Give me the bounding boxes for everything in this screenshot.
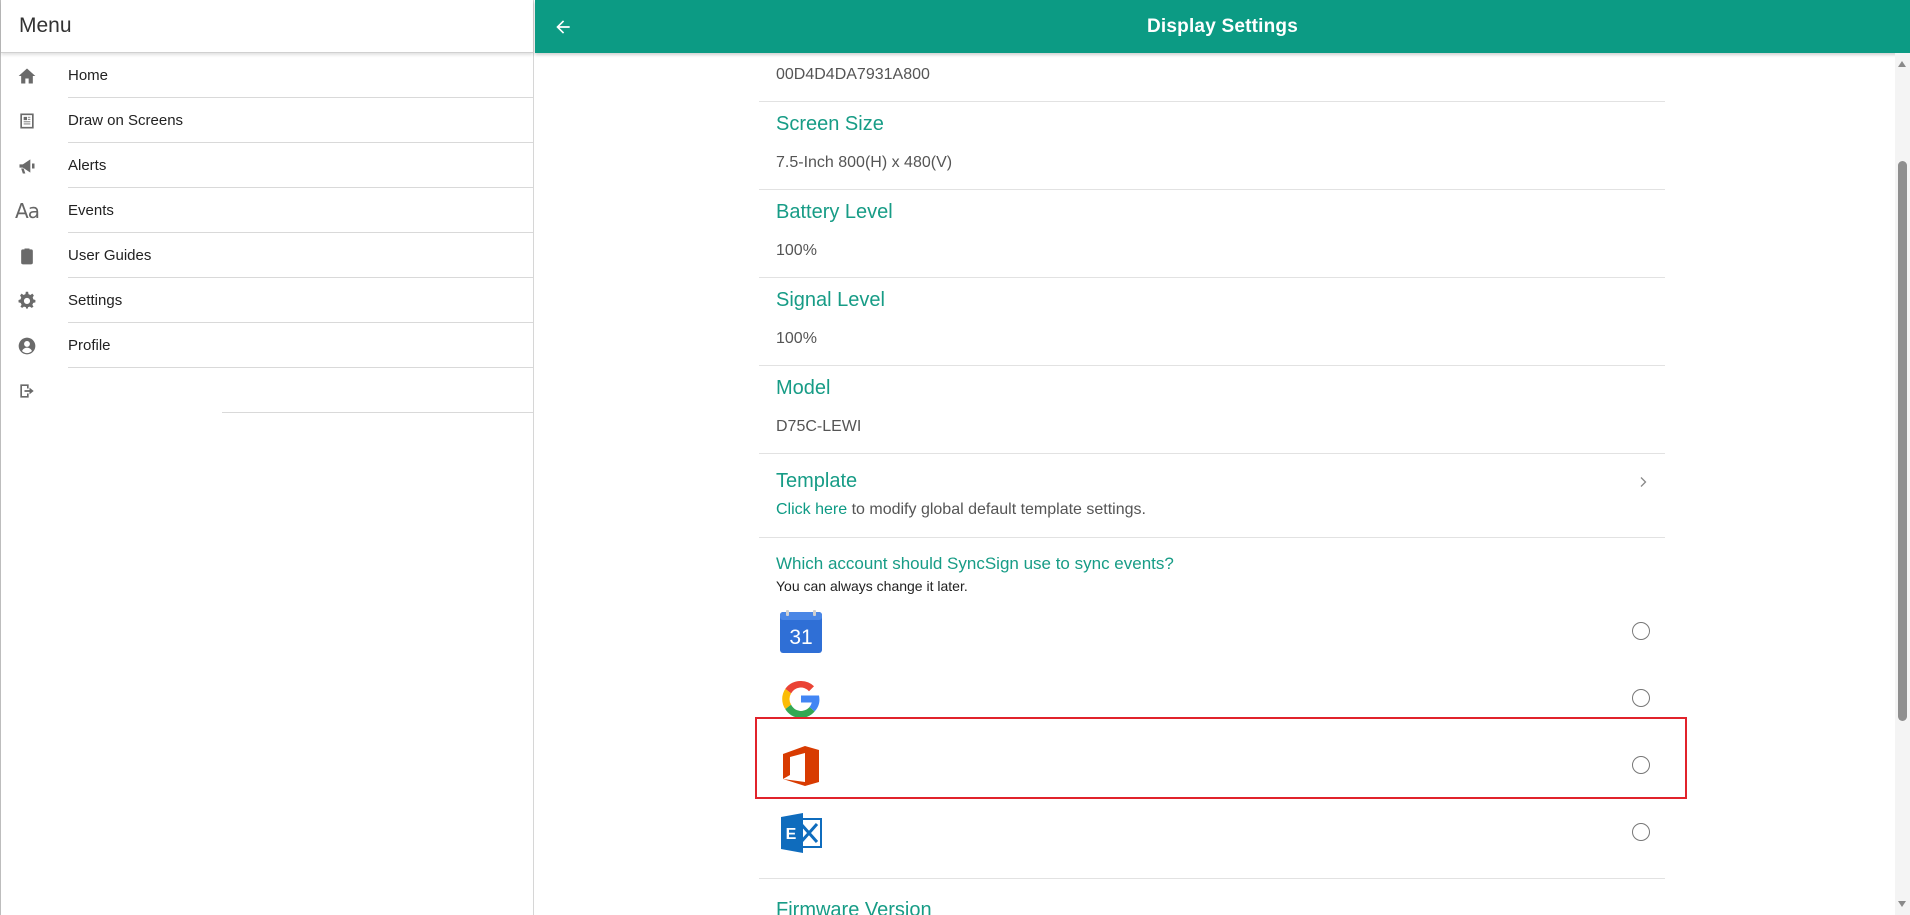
- template-description-text: to modify global default template settin…: [847, 501, 1146, 518]
- svg-text:E: E: [786, 826, 797, 843]
- sidebar-item-label: User Guides: [68, 247, 152, 264]
- sidebar-item-events[interactable]: Aa Events: [1, 188, 533, 233]
- battery-level-value: 100%: [776, 242, 817, 259]
- menu-list: Home Draw on Screens Alerts Aa Events Us…: [1, 53, 533, 413]
- battery-level-row: Battery Level 100%: [759, 190, 1665, 278]
- account-radio-calendar[interactable]: [1632, 622, 1650, 640]
- sidebar-item-label: Alerts: [68, 157, 107, 174]
- sync-account-section: Which account should SyncSign use to syn…: [759, 538, 1665, 878]
- signal-level-value: 100%: [776, 330, 817, 347]
- settings-list: 00D4D4DA7931A800 Screen Size 7.5-Inch 80…: [759, 53, 1665, 915]
- sync-hint: You can always change it later.: [776, 578, 968, 594]
- account-option-office-365[interactable]: [759, 734, 1665, 798]
- scroll-up-arrow-icon[interactable]: [1898, 61, 1906, 67]
- sidebar-item-label: Settings: [68, 292, 123, 309]
- clipboard-icon: [16, 245, 38, 267]
- page-title: Display Settings: [1146, 15, 1299, 37]
- battery-level-label: Battery Level: [776, 201, 893, 223]
- sidebar-item-profile[interactable]: Profile: [1, 323, 533, 368]
- svg-text:31: 31: [789, 626, 812, 649]
- google-g-icon: [782, 680, 820, 718]
- firmware-version-label: Firmware Version: [776, 899, 932, 915]
- sidebar-item-alerts[interactable]: Alerts: [1, 143, 533, 188]
- scroll-thumb[interactable]: [1898, 161, 1907, 721]
- sidebar-title: Menu: [1, 0, 533, 53]
- model-label: Model: [776, 377, 831, 399]
- user-circle-icon: [16, 335, 38, 357]
- scroll-down-arrow-icon[interactable]: [1898, 901, 1906, 907]
- sidebar: Menu Home Draw on Screens Alerts Aa Even…: [0, 0, 534, 915]
- sidebar-item-label: Events: [68, 202, 114, 219]
- sidebar-item-home[interactable]: Home: [1, 53, 533, 98]
- account-radio-office-365[interactable]: [1632, 756, 1650, 774]
- account-radio-google[interactable]: [1632, 689, 1650, 707]
- screen-size-label: Screen Size: [776, 113, 884, 135]
- chevron-right-icon[interactable]: [1637, 476, 1649, 488]
- model-row: Model D75C-LEWI: [759, 366, 1665, 454]
- screen-size-row: Screen Size 7.5-Inch 800(H) x 480(V): [759, 102, 1665, 190]
- megaphone-icon: [16, 155, 38, 177]
- top-app-bar: Display Settings: [535, 0, 1910, 53]
- template-label: Template: [776, 470, 858, 492]
- exchange-icon: E: [781, 813, 822, 853]
- device-id-row: 00D4D4DA7931A800: [759, 53, 1665, 102]
- sidebar-item-user-guides[interactable]: User Guides: [1, 233, 533, 278]
- template-click-here-link[interactable]: Click here: [776, 501, 847, 518]
- account-option-exchange[interactable]: E: [759, 801, 1665, 865]
- device-id-value: 00D4D4DA7931A800: [776, 66, 930, 83]
- signal-level-label: Signal Level: [776, 289, 885, 311]
- sidebar-item-draw-on-screens[interactable]: Draw on Screens: [1, 98, 533, 143]
- vertical-scrollbar[interactable]: [1895, 53, 1910, 915]
- sidebar-item-sign-out[interactable]: [1, 368, 533, 413]
- screen-size-value: 7.5-Inch 800(H) x 480(V): [776, 154, 953, 171]
- sidebar-item-settings[interactable]: Settings: [1, 278, 533, 323]
- settings-content: 00D4D4DA7931A800 Screen Size 7.5-Inch 80…: [535, 53, 1895, 915]
- newspaper-icon: [16, 110, 38, 132]
- template-description: Click here to modify global default temp…: [776, 501, 1146, 519]
- sidebar-item-label: Draw on Screens: [68, 112, 184, 129]
- account-radio-exchange[interactable]: [1632, 823, 1650, 841]
- signal-level-row: Signal Level 100%: [759, 278, 1665, 366]
- account-option-calendar[interactable]: 31: [759, 600, 1665, 664]
- gear-icon: [16, 290, 38, 312]
- firmware-version-row: Firmware Version: [759, 878, 1665, 915]
- sidebar-item-label: Profile: [68, 337, 111, 354]
- account-option-google[interactable]: [759, 667, 1665, 731]
- home-icon: [16, 65, 38, 87]
- template-row[interactable]: Template Click here to modify global def…: [759, 454, 1665, 538]
- office-365-icon: [783, 746, 819, 786]
- model-value: D75C-LEWI: [776, 418, 862, 435]
- sync-question: Which account should SyncSign use to syn…: [776, 554, 1174, 573]
- font-aa-icon: Aa: [15, 198, 40, 223]
- sidebar-item-label: Home: [68, 67, 109, 84]
- calendar-31-icon: 31: [780, 610, 822, 653]
- sign-out-icon: [16, 380, 38, 402]
